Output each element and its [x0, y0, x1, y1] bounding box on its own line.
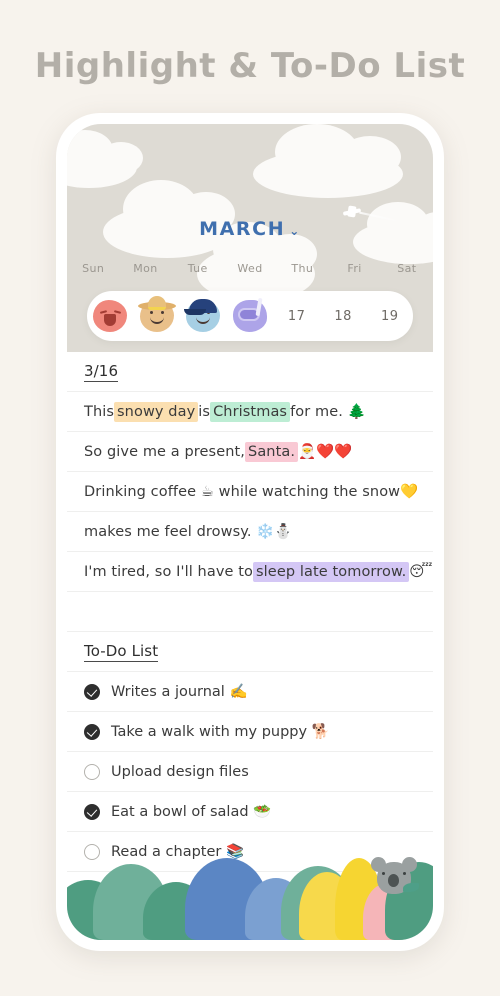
- checkbox-checked-icon[interactable]: [84, 683, 100, 700]
- day-number: 19: [380, 308, 399, 324]
- month-selector[interactable]: MARCH ⌄: [67, 218, 433, 240]
- cloud-icon: [67, 130, 143, 188]
- weekday-sun: Sun: [82, 262, 105, 275]
- note-line[interactable]: I'm tired, so I'll have to sleep late to…: [67, 552, 433, 592]
- highlighted-text: sleep late tomorrow.: [253, 561, 410, 582]
- todo-label: Take a walk with my puppy 🐕: [111, 724, 330, 740]
- note-date-label: 3/16: [84, 361, 119, 382]
- note-line[interactable]: This snowy day is Christmas for me. 🌲: [67, 392, 433, 432]
- note-text: is: [198, 403, 211, 420]
- weekday-row: Sun Mon Tue Wed Thu Fri Sat: [67, 262, 433, 275]
- weekday-mon: Mon: [133, 262, 158, 275]
- note-line-blank[interactable]: [67, 592, 433, 632]
- weekday-sat: Sat: [397, 262, 417, 275]
- checkbox-checked-icon[interactable]: [84, 723, 100, 740]
- note-text: for me. 🌲: [290, 404, 366, 420]
- koala-icon: [371, 857, 419, 894]
- note-text: So give me a present,: [84, 443, 246, 460]
- checkbox-checked-icon[interactable]: [84, 803, 100, 820]
- sky-header: MARCH ⌄ Sun Mon Tue Wed Thu Fri Sat 17 1…: [67, 124, 433, 352]
- sticker-face-snorkel[interactable]: [233, 297, 268, 332]
- note-text: This: [84, 403, 115, 420]
- day-cell-18[interactable]: 18: [320, 291, 367, 341]
- note-text: Drinking coffee ☕ while watching the sno…: [84, 484, 419, 500]
- month-label: MARCH: [199, 218, 286, 240]
- page-title: Highlight & To-Do List: [34, 46, 466, 86]
- todo-heading-label: To-Do List: [84, 641, 159, 662]
- note-text: 😴: [409, 563, 433, 580]
- todo-label: Eat a bowl of salad 🥗: [111, 804, 272, 820]
- airplane-icon: [342, 208, 362, 216]
- note-line[interactable]: makes me feel drowsy. ❄️⛄: [67, 512, 433, 552]
- note-text: 🎅❤️❤️: [298, 444, 353, 460]
- note-text: makes me feel drowsy. ❄️⛄: [84, 524, 293, 540]
- chevron-down-icon: ⌄: [289, 224, 301, 238]
- todo-list: Writes a journal ✍️ Take a walk with my p…: [67, 672, 433, 872]
- todo-row[interactable]: Upload design files: [67, 752, 433, 792]
- todo-label: Writes a journal ✍️: [111, 684, 248, 700]
- day-number: 17: [287, 308, 306, 324]
- weekday-fri: Fri: [347, 262, 362, 275]
- day-cell-17[interactable]: 17: [273, 291, 320, 341]
- phone-screen: MARCH ⌄ Sun Mon Tue Wed Thu Fri Sat 17 1…: [67, 124, 433, 940]
- day-number: 18: [334, 308, 352, 324]
- weekday-thu: Thu: [291, 262, 314, 275]
- sticker-face-straw-hat[interactable]: [137, 296, 176, 332]
- weekday-tue: Tue: [187, 262, 208, 275]
- day-cell-19[interactable]: 19: [366, 291, 413, 341]
- highlighted-text: snowy day: [114, 401, 199, 422]
- todo-row[interactable]: Eat a bowl of salad 🥗: [67, 792, 433, 832]
- note-line[interactable]: Drinking coffee ☕ while watching the sno…: [67, 472, 433, 512]
- straw-hat-icon: [137, 296, 176, 310]
- sticker-face-blue-cap[interactable]: [184, 299, 221, 332]
- highlighted-text: Santa.: [245, 441, 299, 462]
- bush-scenery: [67, 844, 433, 940]
- sticker-face-winking-red[interactable]: [93, 300, 128, 332]
- day-cell-sticker-4[interactable]: [227, 291, 274, 341]
- day-cell-sticker-1[interactable]: [87, 291, 134, 341]
- note-text: I'm tired, so I'll have to: [84, 563, 254, 580]
- todo-label: Upload design files: [111, 763, 249, 780]
- day-strip: 17 18 19: [87, 291, 413, 341]
- phone-frame: MARCH ⌄ Sun Mon Tue Wed Thu Fri Sat 17 1…: [56, 113, 444, 951]
- note-sheet: 3/16 This snowy day is Christmas for me.…: [67, 352, 433, 940]
- day-cell-sticker-3[interactable]: [180, 291, 227, 341]
- todo-row[interactable]: Take a walk with my puppy 🐕: [67, 712, 433, 752]
- todo-heading: To-Do List: [67, 632, 433, 672]
- checkbox-unchecked-icon[interactable]: [84, 763, 100, 780]
- todo-row[interactable]: Writes a journal ✍️: [67, 672, 433, 712]
- weekday-wed: Wed: [237, 262, 263, 275]
- cloud-icon: [253, 124, 403, 198]
- note-date-heading[interactable]: 3/16: [67, 352, 433, 392]
- note-line[interactable]: So give me a present, Santa. 🎅❤️❤️: [67, 432, 433, 472]
- day-cell-sticker-2[interactable]: [134, 291, 181, 341]
- highlighted-text: Christmas: [210, 401, 291, 422]
- highlight-entry-list: This snowy day is Christmas for me. 🌲 So …: [67, 392, 433, 632]
- cap-icon: [184, 299, 218, 315]
